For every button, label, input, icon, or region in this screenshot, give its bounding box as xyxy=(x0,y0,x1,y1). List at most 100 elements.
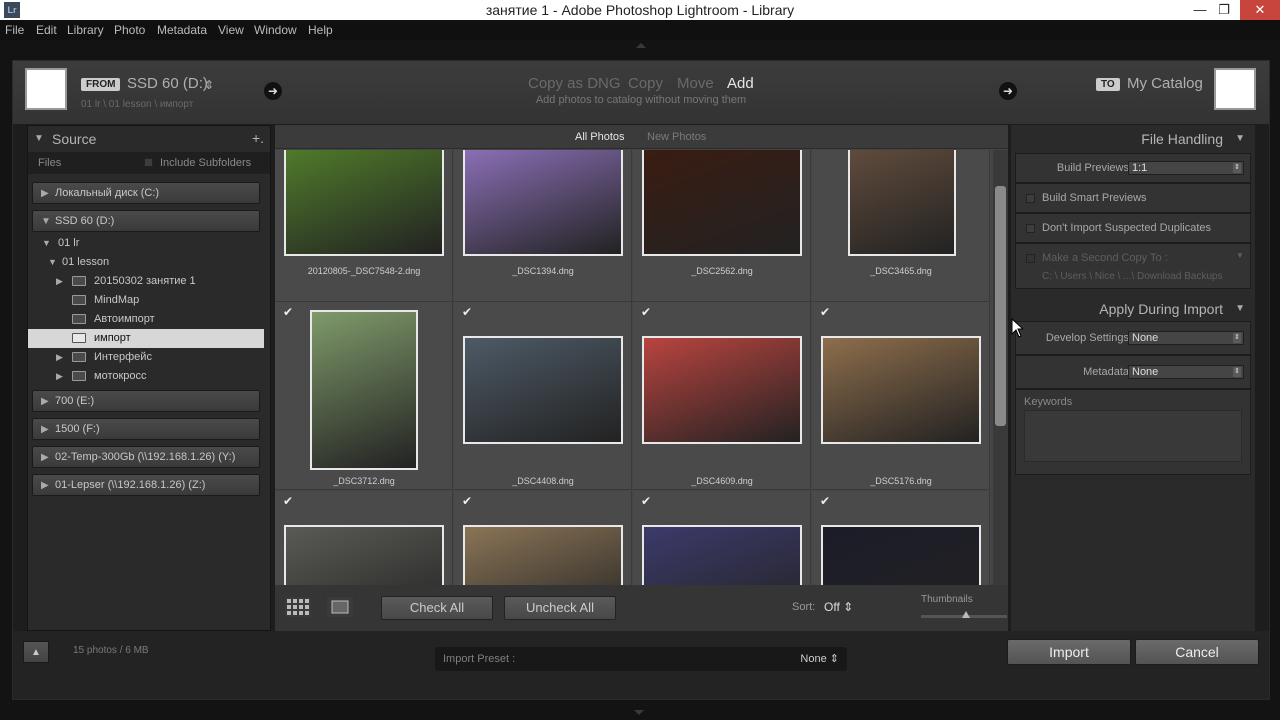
restore-button[interactable]: ❐ xyxy=(1212,0,1236,20)
mode-copy-as-dng[interactable]: Copy as DNG xyxy=(528,75,621,92)
mode-move[interactable]: Move xyxy=(677,75,714,92)
photo-thumbnail[interactable] xyxy=(848,150,956,256)
checkmark-icon[interactable]: ✔ xyxy=(641,495,653,507)
photo-cell[interactable]: _DSC3465.dng xyxy=(812,150,990,302)
photo-cell[interactable]: ✔ xyxy=(812,491,990,585)
tree-folder-mindmap[interactable]: MindMap xyxy=(32,291,262,310)
menu-view[interactable]: View xyxy=(218,23,244,37)
photo-cell[interactable]: ✔ xyxy=(454,491,632,585)
thumbnail-size-slider-knob[interactable] xyxy=(962,611,970,618)
photo-thumbnail[interactable] xyxy=(284,525,444,585)
photo-thumbnail[interactable] xyxy=(310,310,418,470)
photo-thumbnail[interactable] xyxy=(821,525,981,585)
build-smart-previews-checkbox[interactable] xyxy=(1026,194,1035,203)
tree-folder-avtoimport[interactable]: Автоимпорт xyxy=(32,310,262,329)
no-duplicates-checkbox[interactable] xyxy=(1026,224,1035,233)
tab-all-photos[interactable]: All Photos xyxy=(575,131,625,143)
build-previews-select[interactable]: 1:1 ⇕ xyxy=(1128,161,1244,175)
mode-add[interactable]: Add xyxy=(727,75,754,92)
menu-library[interactable]: Library xyxy=(67,23,104,37)
volume-f[interactable]: ▶ 1500 (F:) xyxy=(32,418,260,440)
expand-triangle-icon[interactable]: ▶ xyxy=(41,480,49,491)
expand-triangle-icon[interactable]: ▶ xyxy=(56,352,63,363)
expand-triangle-icon[interactable]: ▶ xyxy=(56,371,63,382)
volume-d[interactable]: ▼ SSD 60 (D:) xyxy=(32,210,260,232)
source-device-updown-icon[interactable]: ⇕ xyxy=(204,78,214,92)
photo-cell[interactable]: 20120805-_DSC7548-2.dng xyxy=(275,150,453,302)
add-source-icon[interactable]: +. xyxy=(252,130,264,146)
tab-new-photos[interactable]: New Photos xyxy=(647,131,706,143)
tree-folder-20150302[interactable]: ▶ 20150302 занятие 1 xyxy=(32,272,262,291)
check-all-button[interactable]: Check All xyxy=(381,596,493,620)
menu-help[interactable]: Help xyxy=(308,23,333,37)
volume-c[interactable]: ▶ Локальный диск (C:) xyxy=(32,182,260,204)
source-panel-header[interactable]: ▼ Source +. xyxy=(28,126,270,152)
menu-metadata[interactable]: Metadata xyxy=(157,23,207,37)
photo-thumbnail[interactable] xyxy=(463,150,623,256)
grid-scrollbar-thumb[interactable] xyxy=(995,186,1006,426)
photo-thumbnail[interactable] xyxy=(821,336,981,444)
checkmark-icon[interactable]: ✔ xyxy=(820,306,832,318)
checkmark-icon[interactable]: ✔ xyxy=(283,306,295,318)
photo-cell[interactable]: ✔ xyxy=(633,491,811,585)
volume-e[interactable]: ▶ 700 (E:) xyxy=(32,390,260,412)
tree-folder-01-lesson[interactable]: ▼ 01 lesson xyxy=(32,253,262,272)
expand-triangle-icon[interactable]: ▶ xyxy=(41,424,49,435)
checkmark-icon[interactable]: ✔ xyxy=(641,306,653,318)
tree-folder-import-selected[interactable]: импорт xyxy=(28,329,264,348)
apply-during-import-header[interactable]: Apply During Import ▼ xyxy=(1011,295,1255,321)
collapse-dialog-button[interactable]: ▲ xyxy=(23,641,49,663)
photo-cell[interactable]: _DSC1394.dng xyxy=(454,150,632,302)
grid-scrollbar[interactable] xyxy=(993,150,1008,585)
collapse-triangle-icon[interactable]: ▼ xyxy=(1235,303,1245,314)
second-copy-checkbox[interactable] xyxy=(1026,254,1035,263)
tree-folder-01-lr[interactable]: ▼ 01 lr xyxy=(32,234,262,253)
file-handling-header[interactable]: File Handling ▼ xyxy=(1011,125,1255,151)
volume-y[interactable]: ▶ 02-Temp-300Gb (\\192.168.1.26) (Y:) xyxy=(32,446,260,468)
expand-triangle-icon[interactable]: ▶ xyxy=(41,396,49,407)
tree-folder-motocross[interactable]: ▶ мотокросс xyxy=(32,367,262,386)
checkmark-icon[interactable]: ✔ xyxy=(283,495,295,507)
destination-label[interactable]: My Catalog xyxy=(1127,75,1203,92)
checkmark-icon[interactable]: ✔ xyxy=(820,495,832,507)
top-panel-toggle-icon[interactable] xyxy=(636,43,646,48)
menu-edit[interactable]: Edit xyxy=(36,23,57,37)
checkmark-icon[interactable]: ✔ xyxy=(462,306,474,318)
include-subfolders-checkbox[interactable] xyxy=(144,158,153,167)
develop-settings-select[interactable]: None ⇕ xyxy=(1128,331,1244,345)
photo-thumbnail[interactable] xyxy=(463,525,623,585)
expand-triangle-icon[interactable]: ▶ xyxy=(41,188,49,199)
expand-triangle-icon[interactable]: ▶ xyxy=(41,452,49,463)
bottom-panel-toggle-icon[interactable] xyxy=(634,710,644,715)
photo-cell[interactable]: ✔ xyxy=(275,491,453,585)
photo-thumbnail[interactable] xyxy=(642,336,802,444)
loupe-view-icon[interactable] xyxy=(327,597,353,617)
import-button[interactable]: Import xyxy=(1007,639,1131,665)
close-button[interactable]: ✕ xyxy=(1240,0,1280,20)
menu-window[interactable]: Window xyxy=(254,23,297,37)
photo-thumbnail[interactable] xyxy=(284,150,444,256)
tree-folder-interface[interactable]: ▶ Интерфейс xyxy=(32,348,262,367)
thumbnail-size-slider[interactable] xyxy=(921,611,1007,618)
sort-select[interactable]: Off ⇕ xyxy=(824,600,853,614)
checkmark-icon[interactable]: ✔ xyxy=(462,495,474,507)
photo-cell[interactable]: ✔ _DSC4408.dng xyxy=(454,302,632,490)
source-device-label[interactable]: SSD 60 (D:) xyxy=(127,75,208,92)
minimize-button[interactable]: — xyxy=(1188,0,1212,20)
cancel-button[interactable]: Cancel xyxy=(1135,639,1259,665)
grid-view-icon[interactable] xyxy=(285,597,311,617)
collapse-triangle-icon[interactable]: ▼ xyxy=(41,216,51,227)
mode-copy[interactable]: Copy xyxy=(628,75,663,92)
import-preset-select[interactable]: Import Preset : None ⇕ xyxy=(435,647,847,671)
collapse-triangle-icon[interactable]: ▼ xyxy=(48,257,57,267)
photo-cell[interactable]: ✔ _DSC4609.dng xyxy=(633,302,811,490)
photo-cell[interactable]: _DSC2562.dng xyxy=(633,150,811,302)
source-device-thumbnail[interactable] xyxy=(25,68,67,110)
photo-thumbnail[interactable] xyxy=(642,525,802,585)
collapse-triangle-icon[interactable]: ▼ xyxy=(34,133,44,144)
menu-photo[interactable]: Photo xyxy=(114,23,145,37)
volume-z[interactable]: ▶ 01-Lepser (\\192.168.1.26) (Z:) xyxy=(32,474,260,496)
photo-thumbnail[interactable] xyxy=(642,150,802,256)
photo-cell[interactable]: ✔ _DSC3712.dng xyxy=(275,302,453,490)
collapse-triangle-icon[interactable]: ▼ xyxy=(42,238,51,248)
